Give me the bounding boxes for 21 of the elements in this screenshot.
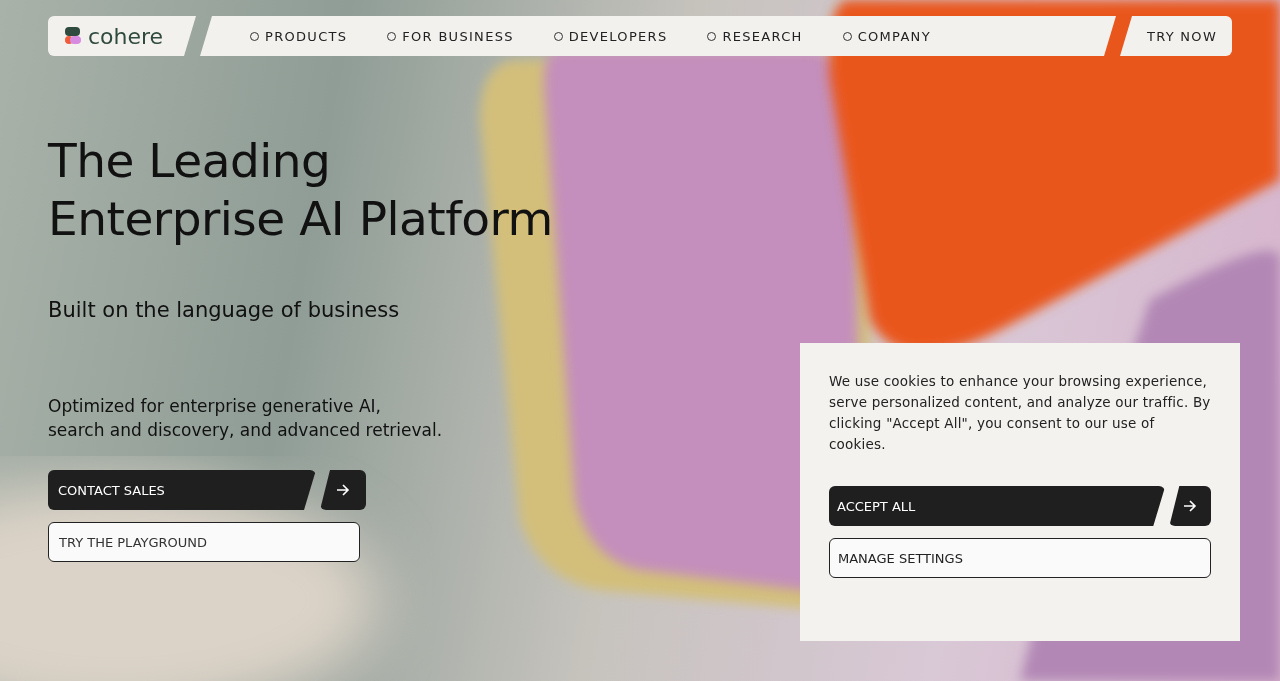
hero-title: The Leading Enterprise AI Platform (48, 132, 554, 248)
nav-link[interactable]: PRODUCTS (250, 28, 348, 44)
try-playground-button[interactable]: TRY THE PLAYGROUND (48, 522, 360, 562)
nav-link[interactable]: DEVELOPERS (553, 28, 668, 44)
try-now-button[interactable]: TRY NOW (1120, 16, 1232, 56)
nav-link[interactable]: FOR BUSINESS (387, 28, 514, 44)
arrow-right-icon (336, 484, 350, 496)
nav-link[interactable]: RESEARCH (707, 28, 803, 44)
contact-sales-button[interactable]: CONTACT SALES (48, 470, 316, 510)
arrow-right-icon (1183, 500, 1198, 512)
hero-subtitle: Built on the language of business (48, 298, 401, 322)
manage-settings-button[interactable]: MANAGE SETTINGS (829, 538, 1211, 578)
logo[interactable]: cohere (48, 16, 196, 56)
cookie-notice: We use cookies to enhance your browsing experience, serve personalized content, and analyze our traffic. By clicking "Accept All", you consent to our use of cookies. (829, 372, 1211, 454)
hero-description: Optimized for enterprise generative AI, search and discovery, and advanced retrieval. (48, 395, 444, 442)
accept-all-button[interactable]: ACCEPT ALL (829, 486, 1166, 526)
logo-wordmark: cohere (88, 23, 164, 49)
nav-link[interactable]: COMPANY (842, 28, 931, 44)
logo-icon (64, 27, 82, 45)
arrow-button[interactable] (320, 470, 366, 510)
arrow-button[interactable] (1169, 486, 1211, 526)
